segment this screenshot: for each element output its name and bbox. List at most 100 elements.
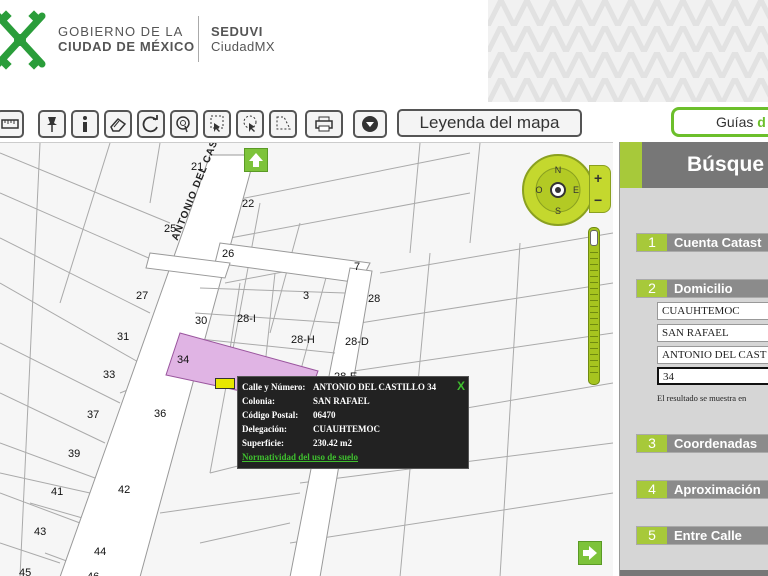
print-icon [315, 116, 333, 132]
lot-info-popup: X Calle y Número: ANTONIO DEL CASTILLO 34… [237, 376, 469, 469]
lot-label: 25 [164, 223, 177, 235]
popup-row-delegacion: Delegación: CUAUHTEMOC [242, 423, 464, 437]
section-label: Domicilio [674, 281, 733, 296]
popup-row-colonia: Colonia: SAN RAFAEL [242, 395, 464, 409]
map-legend-button[interactable]: Leyenda del mapa [397, 109, 582, 137]
compass-south: S [555, 206, 561, 216]
zoom-in-button[interactable]: + [594, 170, 602, 186]
section-aproximacion[interactable]: 4 Aproximación [636, 480, 768, 499]
street-select[interactable]: ANTONIO DEL CAST [657, 346, 768, 364]
section-label: Entre Calle [674, 528, 742, 543]
popup-value: ANTONIO DEL CASTILLO 34 [313, 382, 437, 392]
popup-value: 230.42 m2 [313, 437, 352, 448]
ruler-icon [1, 119, 19, 129]
popup-key: Código Postal: [242, 409, 299, 420]
lot-label: 34 [177, 354, 190, 366]
lot-label: 7 [354, 261, 361, 273]
tool-search-circle[interactable] [170, 110, 198, 138]
panel-title-text: Búsque [687, 153, 765, 176]
pan-right-button[interactable] [578, 541, 602, 565]
select-rectangle-icon [210, 115, 224, 132]
agency-line-2: CiudadMX [211, 39, 275, 54]
tool-eraser[interactable] [104, 110, 132, 138]
popup-close-button[interactable]: X [457, 379, 465, 393]
section-label: Aproximación [674, 482, 761, 497]
header: GOBIERNO DE LA CIUDAD DE MÉXICO SEDUVI C… [0, 0, 768, 102]
popup-value: SAN RAFAEL [313, 395, 370, 406]
delegacion-select[interactable]: CUAUHTEMOC [657, 302, 768, 320]
guides-label: Guías [716, 114, 758, 130]
colonia-select[interactable]: SAN RAFAEL [657, 324, 768, 342]
compass-control[interactable]: N S E O [521, 153, 595, 227]
lot-label: 28-D [345, 336, 369, 348]
select-circle-icon [243, 115, 257, 132]
popup-marker-icon [215, 378, 235, 389]
lot-label: 44 [94, 546, 107, 558]
lot-label: 28 [368, 293, 381, 305]
zoom-slider[interactable] [588, 227, 600, 385]
tool-refresh[interactable] [137, 110, 165, 138]
panel-title-accent [620, 142, 642, 188]
zoom-slider-handle[interactable] [590, 230, 598, 246]
section-number: 4 [637, 481, 667, 498]
zoom-ticks [590, 252, 598, 378]
pan-up-button[interactable] [244, 148, 268, 172]
lot-label: 22 [242, 198, 255, 210]
lot-label: 27 [136, 290, 149, 302]
search-circle-icon [176, 116, 190, 133]
zoom-buttons: + − [589, 165, 611, 213]
lot-label: 3 [303, 290, 310, 302]
agency-line-1: SEDUVI [211, 24, 264, 39]
tool-ruler[interactable] [0, 110, 24, 138]
search-panel: Búsque 1 Cuenta Catast 2 Domicilio CUAUH… [619, 142, 768, 576]
info-icon [83, 116, 87, 132]
lot-label: 26 [222, 248, 235, 260]
tool-print[interactable] [305, 110, 343, 138]
lot-label: 39 [68, 448, 81, 460]
section-number: 1 [637, 234, 667, 251]
section-coordenadas[interactable]: 3 Coordenadas [636, 434, 768, 453]
select-polygon-icon [276, 116, 291, 130]
section-cuenta-catastral[interactable]: 1 Cuenta Catast [636, 233, 768, 252]
arrow-up-icon [249, 153, 263, 167]
header-divider [198, 16, 199, 62]
popup-row-address: Calle y Número: ANTONIO DEL CASTILLO 34 [242, 381, 464, 395]
section-entre-calle[interactable]: 5 Entre Calle [636, 526, 768, 545]
tool-info[interactable] [71, 110, 99, 138]
panel-title: Búsque [620, 142, 768, 188]
tool-select-polygon[interactable] [269, 110, 297, 138]
download-icon [362, 116, 378, 132]
land-use-link[interactable]: Normatividad del uso de suelo [242, 450, 464, 464]
guides-button[interactable]: Guías d [671, 107, 768, 137]
section-domicilio[interactable]: 2 Domicilio [636, 279, 768, 298]
guides-label-accent: d [757, 114, 766, 130]
lot-label: 37 [87, 409, 100, 421]
lot-label: 28-I [237, 313, 256, 325]
pin-icon [47, 117, 57, 132]
zoom-out-button[interactable]: − [594, 192, 602, 208]
map-canvas[interactable]: ANTONIO DEL CASTILLO 21 22 25 26 7 3 28 … [0, 142, 613, 576]
popup-row-area: Superficie: 230.42 m2 [242, 437, 464, 451]
refresh-icon [142, 115, 158, 133]
compass-west: O [535, 185, 542, 195]
lot-label: 46 [87, 571, 99, 576]
tool-select-rectangle[interactable] [203, 110, 231, 138]
tool-select-circle[interactable] [236, 110, 264, 138]
header-pattern [488, 0, 768, 102]
tool-download[interactable] [353, 110, 387, 138]
lot-label: 36 [154, 408, 167, 420]
popup-key: Calle y Número: [242, 382, 306, 392]
lot-label: 21 [191, 161, 204, 173]
popup-value: CUAUHTEMOC [313, 423, 380, 434]
compass-east: E [573, 185, 579, 195]
lot-label: 31 [117, 331, 130, 343]
cdmx-logo-icon [0, 10, 46, 70]
lot-label: 43 [34, 526, 47, 538]
lot-label: 42 [118, 484, 131, 496]
lot-label: 28-H [291, 334, 315, 346]
popup-key: Delegación: [242, 423, 287, 434]
number-input[interactable]: 34 [657, 367, 768, 385]
lot-label: 45 [19, 567, 32, 576]
section-number: 3 [637, 435, 667, 452]
tool-pin[interactable] [38, 110, 66, 138]
